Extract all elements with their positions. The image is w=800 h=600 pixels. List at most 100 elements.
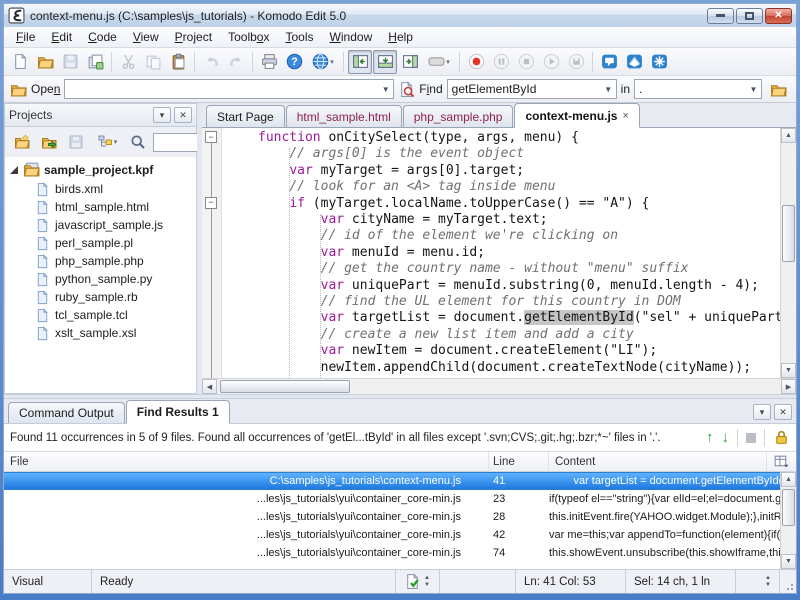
cut-button[interactable] [116,50,140,74]
fold-margin[interactable]: − − [202,128,222,378]
menu-help[interactable]: Help [380,28,421,46]
preview-button[interactable]: ▾ [423,50,455,74]
copy-button[interactable] [141,50,165,74]
pane-right-button[interactable] [398,50,422,74]
new-file-button[interactable] [8,50,32,74]
scroll-thumb[interactable] [220,380,350,393]
projects-menu-button[interactable]: ▾ [153,107,171,123]
syntax-status-button[interactable]: ▲ ▼ [396,570,440,593]
maximize-button[interactable] [736,7,763,24]
bottom-panel-menu-button[interactable]: ▾ [753,404,771,420]
bottom-tab-find-results-1[interactable]: Find Results 1 [125,400,230,424]
project-root-item[interactable]: sample_project.kpf [5,159,196,180]
tab-close-icon[interactable]: × [622,110,628,122]
pane-bottom-button[interactable] [373,49,397,74]
magnifier-button[interactable] [126,130,150,154]
scroll-thumb[interactable] [782,489,795,526]
column-header-line[interactable]: Line [489,452,549,471]
editor-tab-php-sample-php[interactable]: php_sample.php [402,105,514,127]
menu-project[interactable]: Project [167,28,220,46]
result-row[interactable]: ...les\js_tutorials\yui\container_core-m… [4,544,780,562]
editor-vertical-scrollbar[interactable]: ▲ ▼ [780,128,796,378]
minimize-button[interactable] [707,7,734,24]
open-folder-button[interactable] [33,50,57,74]
scroll-up-icon[interactable]: ▲ [781,472,796,487]
expander-icon[interactable] [10,165,18,174]
previous-result-button[interactable]: ↑ [706,430,714,445]
editor-horizontal-scrollbar[interactable]: ◀ ▶ [202,378,796,394]
next-result-button[interactable]: ↓ [722,430,730,445]
pane-left-button[interactable] [348,49,372,74]
find-combobox[interactable]: getElementById ▼ [446,79,617,99]
scroll-up-icon[interactable]: ▲ [781,128,796,143]
menu-tools[interactable]: Tools [277,28,321,46]
komodo-tools-button[interactable] [647,50,671,74]
macro-play-button[interactable] [539,50,563,74]
paste-button[interactable] [166,50,190,74]
tree-item-html_sample.html[interactable]: html_sample.html [5,198,196,216]
lock-results-button[interactable] [773,429,790,446]
komodo-web-button[interactable] [622,50,646,74]
result-row[interactable]: ...les\js_tutorials\yui\container_core-m… [4,490,780,508]
tree-item-python_sample.py[interactable]: python_sample.py [5,270,196,288]
column-picker-icon[interactable] [767,452,796,471]
editor-tab-start-page[interactable]: Start Page [206,105,285,127]
help-button[interactable]: ? [282,50,306,74]
open-dropdown-icon[interactable]: ▼ [378,80,393,98]
save-button[interactable] [58,50,82,74]
menu-window[interactable]: Window [322,28,381,46]
save-button[interactable] [64,130,88,154]
bottom-tab-command-output[interactable]: Command Output [8,402,125,423]
tree-item-ruby_sample.rb[interactable]: ruby_sample.rb [5,288,196,306]
save-all-button[interactable] [83,50,107,74]
print-button[interactable] [257,50,281,74]
column-header-file[interactable]: File [4,452,489,471]
scroll-thumb[interactable] [782,204,795,262]
fold-collapse-icon[interactable]: − [205,131,217,143]
resize-grip[interactable] [780,570,796,593]
tree-item-tcl_sample.tcl[interactable]: tcl_sample.tcl [5,306,196,324]
result-row[interactable]: C:\samples\js_tutorials\context-menu.js 4… [4,472,780,490]
dropdown-icon[interactable]: ▾ [330,58,334,66]
komodo-bubble-button[interactable] [597,50,621,74]
editor-tab-context-menu-js[interactable]: context-menu.js × [514,103,640,128]
tree-item-birds.xml[interactable]: birds.xml [5,180,196,198]
macro-save-button[interactable] [564,50,588,74]
dropdown-icon[interactable]: ▾ [446,58,450,66]
undo-button[interactable] [199,50,223,74]
scroll-down-icon[interactable]: ▼ [781,554,796,569]
scroll-left-icon[interactable]: ◀ [202,379,217,394]
in-dropdown-icon[interactable]: ▼ [746,80,761,98]
menu-toolbox[interactable]: Toolbox [220,28,277,46]
fold-collapse-icon[interactable]: − [205,196,217,209]
column-header-content[interactable]: Content [549,452,767,471]
menu-code[interactable]: Code [80,28,125,46]
result-row[interactable]: ...les\js_tutorials\yui\container_core-m… [4,526,780,544]
find-dropdown-icon[interactable]: ▼ [601,80,616,98]
folder-new-button[interactable] [10,130,34,154]
browse-directory-button[interactable] [766,77,790,101]
tree-item-perl_sample.pl[interactable]: perl_sample.pl [5,234,196,252]
open-combobox[interactable]: ▼ [64,79,395,99]
project-view-button[interactable]: ▾ [91,130,123,154]
menu-view[interactable]: View [125,28,167,46]
redo-button[interactable] [224,50,248,74]
macro-stop-button[interactable] [514,50,538,74]
tree-item-xslt_sample.xsl[interactable]: xslt_sample.xsl [5,324,196,342]
editor-tab-html-sample-html[interactable]: html_sample.html [285,105,402,127]
status-spinner[interactable]: ▲ ▼ [736,570,780,593]
results-vertical-scrollbar[interactable]: ▲ ▼ [780,472,796,569]
macro-pause-button[interactable] [489,50,513,74]
scroll-down-icon[interactable]: ▼ [781,363,796,378]
result-row[interactable]: ...les\js_tutorials\yui\container_core-m… [4,508,780,526]
tree-item-php_sample.php[interactable]: php_sample.php [5,252,196,270]
folder-import-button[interactable] [37,130,61,154]
menu-file[interactable]: File [8,28,43,46]
macro-record-button[interactable] [464,50,488,74]
menu-edit[interactable]: Edit [43,28,80,46]
tree-item-javascript_sample.js[interactable]: javascript_sample.js [5,216,196,234]
code-editor[interactable]: function onCitySelect(type, args, menu) … [222,128,780,378]
stop-search-button[interactable] [746,432,756,443]
dropdown-icon[interactable]: ▾ [114,138,118,146]
close-button[interactable]: ✕ [765,7,792,24]
